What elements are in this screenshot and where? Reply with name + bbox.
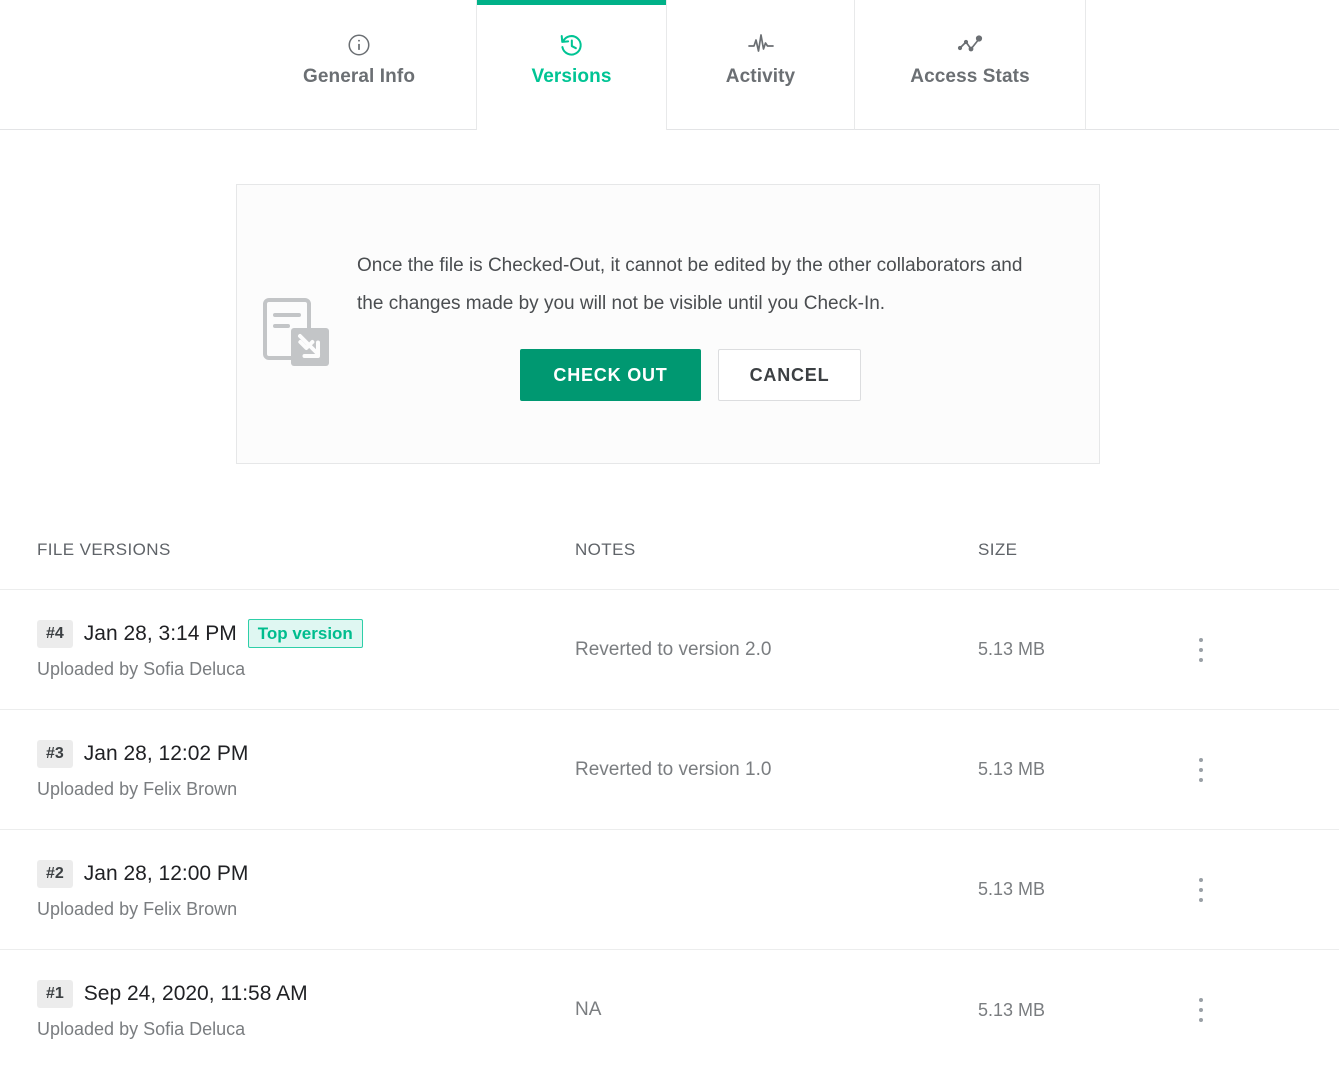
detail-tabs: General Info Versions Activity Access St… — [0, 0, 1339, 130]
header-label: NOTES — [575, 539, 636, 559]
actions-cell — [1168, 998, 1339, 1022]
tab-active-underline — [242, 0, 476, 5]
size-cell: 5.13 MB — [978, 639, 1168, 660]
table-row[interactable]: #4 Jan 28, 3:14 PM Top version Uploaded … — [0, 590, 1339, 710]
tab-active-underline — [667, 0, 854, 5]
version-uploader: Uploaded by Felix Brown — [37, 898, 238, 919]
version-note: Reverted to version 1.0 — [575, 758, 772, 780]
table-header-row: FILE VERSIONS NOTES SIZE — [0, 510, 1339, 590]
file-versions-table: FILE VERSIONS NOTES SIZE #4 Jan 28, 3:14… — [0, 510, 1339, 1070]
check-out-button[interactable]: CHECK OUT — [520, 349, 701, 401]
version-number-badge: #2 — [37, 859, 73, 888]
tab-access-stats[interactable]: Access Stats — [855, 0, 1086, 130]
status-badge: Top version — [247, 619, 363, 648]
size-cell: 5.13 MB — [978, 1000, 1168, 1021]
version-number-badge: #4 — [37, 619, 73, 648]
document-check-out-icon — [237, 278, 357, 370]
note-cell: Reverted to version 2.0 — [575, 639, 978, 661]
table-row[interactable]: #2 Jan 28, 12:00 PM Uploaded by Felix Br… — [0, 830, 1339, 950]
tab-label: Activity — [725, 65, 796, 87]
version-size: 5.13 MB — [978, 639, 1046, 659]
actions-cell — [1168, 637, 1339, 662]
version-size: 5.13 MB — [978, 999, 1046, 1020]
version-date: Jan 28, 12:02 PM — [83, 741, 249, 765]
checkout-message: Once the file is Checked-Out, it cannot … — [357, 255, 1023, 314]
size-cell: 5.13 MB — [978, 879, 1168, 900]
row-menu-icon[interactable] — [1198, 757, 1204, 782]
version-headline: #3 Jan 28, 12:02 PM — [37, 739, 575, 768]
cancel-button[interactable]: CANCEL — [718, 349, 861, 401]
version-cell: #1 Sep 24, 2020, 11:58 AM Uploaded by So… — [0, 980, 575, 1040]
tab-label: Versions — [531, 66, 612, 87]
version-headline: #2 Jan 28, 12:00 PM — [37, 859, 575, 888]
table-row[interactable]: #1 Sep 24, 2020, 11:58 AM Uploaded by So… — [0, 950, 1339, 1070]
tab-label: Access Stats — [910, 65, 1030, 87]
header-label: SIZE — [978, 539, 1018, 559]
checkout-panel: Once the file is Checked-Out, it cannot … — [236, 184, 1100, 464]
version-note: Reverted to version 2.0 — [575, 638, 772, 660]
trend-dots-icon — [955, 28, 985, 62]
info-circle-icon — [346, 28, 372, 62]
version-date: Jan 28, 3:14 PM — [83, 621, 237, 645]
row-menu-icon[interactable] — [1198, 998, 1204, 1022]
version-cell: #3 Jan 28, 12:02 PM Uploaded by Felix Br… — [0, 739, 575, 800]
note-cell: Reverted to version 1.0 — [575, 759, 978, 781]
version-number-badge: #3 — [37, 739, 73, 768]
tab-label: General Info — [302, 65, 416, 87]
header-cell-notes: NOTES — [575, 540, 978, 560]
version-cell: #2 Jan 28, 12:00 PM Uploaded by Felix Br… — [0, 859, 575, 920]
checkout-body: Once the file is Checked-Out, it cannot … — [357, 247, 1099, 401]
size-cell: 5.13 MB — [978, 759, 1168, 780]
header-label: FILE VERSIONS — [37, 539, 171, 559]
row-menu-icon[interactable] — [1198, 637, 1204, 662]
tabbar-spacer-right — [1086, 0, 1339, 130]
table-row[interactable]: #3 Jan 28, 12:02 PM Uploaded by Felix Br… — [0, 710, 1339, 830]
version-cell: #4 Jan 28, 3:14 PM Top version Uploaded … — [0, 619, 575, 680]
version-uploader: Uploaded by Felix Brown — [37, 778, 238, 799]
version-uploader: Uploaded by Sofia Deluca — [37, 1019, 246, 1039]
pulse-icon — [746, 28, 776, 62]
actions-cell — [1168, 757, 1339, 782]
tab-activity[interactable]: Activity — [667, 0, 855, 130]
version-number-badge: #1 — [37, 980, 73, 1008]
actions-cell — [1168, 877, 1339, 902]
version-note: NA — [575, 999, 602, 1020]
version-size: 5.13 MB — [978, 879, 1046, 899]
history-icon — [558, 28, 585, 62]
note-cell: NA — [575, 999, 978, 1021]
row-menu-icon[interactable] — [1198, 877, 1204, 902]
tab-general-info[interactable]: General Info — [242, 0, 477, 130]
checkout-actions: CHECK OUT CANCEL — [357, 349, 1051, 401]
version-size: 5.13 MB — [978, 759, 1046, 779]
version-date: Sep 24, 2020, 11:58 AM — [83, 982, 308, 1005]
tab-versions[interactable]: Versions — [477, 0, 667, 130]
header-cell-size: SIZE — [978, 540, 1168, 560]
tabbar-spacer-left — [0, 0, 242, 130]
tab-active-underline — [477, 0, 666, 5]
version-headline: #1 Sep 24, 2020, 11:58 AM — [37, 980, 575, 1008]
version-headline: #4 Jan 28, 3:14 PM Top version — [37, 619, 575, 648]
header-cell-file-versions: FILE VERSIONS — [0, 540, 575, 560]
version-uploader: Uploaded by Sofia Deluca — [37, 659, 246, 679]
tab-active-underline — [855, 0, 1085, 5]
version-date: Jan 28, 12:00 PM — [83, 861, 249, 885]
